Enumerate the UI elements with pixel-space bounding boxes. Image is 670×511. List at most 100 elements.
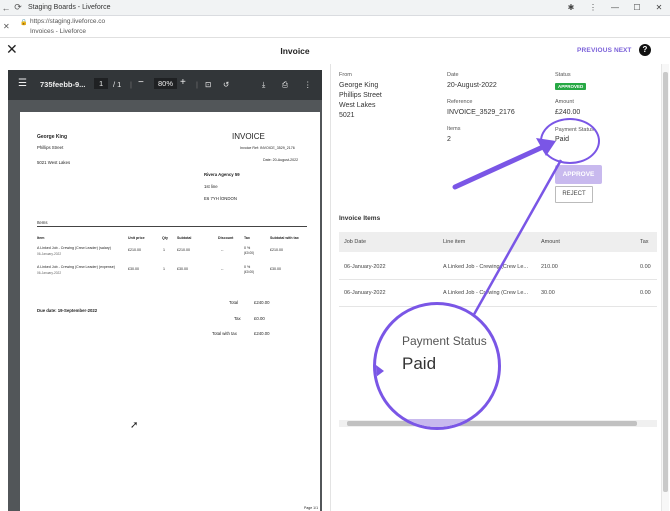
doc-total-tax-label: Total with tax xyxy=(212,331,237,336)
scroll-thumb[interactable] xyxy=(663,72,668,492)
items-label: Items xyxy=(447,126,461,132)
doc-total-value: £240.00 xyxy=(254,300,270,305)
doc-col-qty: Qty xyxy=(162,236,168,240)
extensions-icon[interactable]: ✱ xyxy=(560,3,582,12)
col-job-date[interactable]: Job Date xyxy=(344,239,366,245)
close-window-icon[interactable]: ✕ xyxy=(648,3,670,12)
doc-to-name: Rivera Agency 59 xyxy=(204,172,240,177)
pdf-filename: 735feebb-9... xyxy=(40,80,86,89)
page-title: Invoice xyxy=(280,46,310,56)
row2-line-item: A Linked Job - Crewing (Crew Le... xyxy=(443,290,528,296)
doc-due-date: Due date: 19-September-2022 xyxy=(37,308,98,313)
doc-to-line1: 1st line xyxy=(204,184,218,189)
toolbar-separator: | xyxy=(196,80,198,89)
doc-from-city: 5021 West Lakes xyxy=(37,160,71,165)
doc-col-tax: Tax xyxy=(244,236,250,240)
row1-amount: 210.00 xyxy=(541,264,558,270)
browser-titlebar: ← ⟳ Staging Boards - Liveforce ✱ ⋮ — ☐ ✕ xyxy=(0,0,670,16)
doc-col-unit: Unit price xyxy=(128,236,145,240)
col-line-item[interactable]: Line item xyxy=(443,239,465,245)
table-header xyxy=(339,232,657,252)
doc-from-name: George King xyxy=(37,134,68,140)
back-arrow-icon[interactable]: ← xyxy=(0,3,12,13)
download-icon[interactable]: ⤓ xyxy=(262,80,265,90)
col-tax[interactable]: Tax xyxy=(640,239,649,245)
pdf-page: George King Phillips Street 5021 West La… xyxy=(20,112,320,511)
doc-row1-unit: £210.00 xyxy=(128,248,141,252)
doc-row2-tax: 0 % xyxy=(244,265,251,269)
zoom-callout-value: Paid xyxy=(402,354,437,373)
doc-row1-tax: 0 % xyxy=(244,246,251,250)
invoice-header: ✕ Invoice PREVIOUS NEXT ? xyxy=(0,38,670,64)
doc-total-tax-value: £240.00 xyxy=(254,331,270,336)
doc-row1-date: 06-January-2022 xyxy=(37,252,62,256)
from-line-3: West Lakes xyxy=(339,102,376,109)
doc-row2-subtotal: £30.00 xyxy=(177,267,188,271)
maximize-icon[interactable]: ☐ xyxy=(626,3,648,12)
doc-row1-tax-amt: (£0.00) xyxy=(244,251,255,255)
page-number-input[interactable]: 1 xyxy=(94,78,109,89)
doc-invoice-ref: Invoice Ref: INVOICE_3529_2176 xyxy=(240,146,295,150)
pdf-toolbar: ☰ 735feebb-9... 1 / 1 | − 80% + | ⊡ ↺ ⤓ … xyxy=(8,70,322,100)
approve-button[interactable]: APPROVE xyxy=(555,165,602,184)
more-options-icon[interactable]: ⋮ xyxy=(582,3,604,12)
fit-page-icon[interactable]: ⊡ xyxy=(205,80,211,89)
zoom-level[interactable]: 80% xyxy=(154,78,178,89)
page-title-text: Invoices - Liveforce xyxy=(30,28,86,35)
reference-label: Reference xyxy=(447,99,473,105)
reference-value: INVOICE_3529_2176 xyxy=(447,109,515,116)
from-line-4: 5021 xyxy=(339,112,355,119)
row1-job-date: 06-January-2022 xyxy=(344,264,386,270)
zoom-in-icon[interactable]: + xyxy=(180,77,186,88)
tab-title: Staging Boards - Liveforce xyxy=(28,4,111,11)
status-badge: APPROVED xyxy=(555,83,587,90)
scroll-thumb[interactable] xyxy=(347,421,637,426)
doc-row1-discount: -- xyxy=(221,248,224,252)
annotation-arrow-line xyxy=(452,143,548,190)
row2-job-date: 06-January-2022 xyxy=(344,290,386,296)
refresh-icon[interactable]: ⟳ xyxy=(12,2,24,13)
highlight-circle xyxy=(540,118,600,164)
vertical-scrollbar[interactable] xyxy=(661,64,669,511)
lock-icon: 🔒 xyxy=(20,20,28,26)
from-label: From xyxy=(339,72,352,78)
doc-tax-label: Tax xyxy=(234,316,241,321)
status-label: Status xyxy=(555,72,571,78)
more-icon[interactable]: ⋮ xyxy=(304,80,312,89)
row2-tax: 0.00 xyxy=(640,290,651,296)
help-icon[interactable]: ? xyxy=(639,44,651,56)
previous-button[interactable]: PREVIOUS xyxy=(577,47,612,54)
zoom-callout-label: Payment Status xyxy=(402,334,487,348)
mouse-cursor-icon: ➚ xyxy=(130,420,139,431)
doc-row2-subtotal-tax: £30.00 xyxy=(270,267,281,271)
row1-tax: 0.00 xyxy=(640,264,651,270)
row-divider xyxy=(339,279,657,280)
next-button[interactable]: NEXT xyxy=(614,47,631,54)
print-icon[interactable]: ⎙ xyxy=(282,80,288,90)
doc-row2-tax-amt: (£0.00) xyxy=(244,270,255,274)
doc-row2-discount: -- xyxy=(221,267,224,271)
pdf-viewer: ☰ 735feebb-9... 1 / 1 | − 80% + | ⊡ ↺ ⤓ … xyxy=(8,70,322,511)
minimize-icon[interactable]: — xyxy=(604,3,626,12)
doc-col-item: Item xyxy=(37,236,45,240)
rotate-icon[interactable]: ↺ xyxy=(223,80,229,89)
zoom-callout-notch xyxy=(376,365,384,377)
doc-items-label: Items xyxy=(37,220,48,225)
menu-icon[interactable]: ☰ xyxy=(18,78,27,89)
doc-tax-value: £0.00 xyxy=(254,316,265,321)
reject-button[interactable]: REJECT xyxy=(555,186,593,203)
doc-page-footer: Page 1/1 xyxy=(304,506,319,510)
close-icon[interactable]: ✕ xyxy=(3,22,10,31)
panel-divider xyxy=(330,64,331,511)
doc-total-label: Total xyxy=(229,300,239,305)
doc-row2-unit: £30.00 xyxy=(128,267,139,271)
doc-col-discount: Discount xyxy=(218,236,234,240)
col-amount[interactable]: Amount xyxy=(541,239,560,245)
doc-row1-item: A Linked Job - Crewing (Crew Leader) (sa… xyxy=(37,246,111,250)
url-text[interactable]: https://staging.liveforce.co xyxy=(30,18,105,25)
zoom-out-icon[interactable]: − xyxy=(138,77,144,88)
row1-line-item: A Linked Job - Crewing (Crew Le... xyxy=(443,264,528,270)
doc-from-street: Phillips Street xyxy=(37,145,64,150)
amount-label: Amount xyxy=(555,99,574,105)
horizontal-scrollbar[interactable] xyxy=(339,420,657,427)
